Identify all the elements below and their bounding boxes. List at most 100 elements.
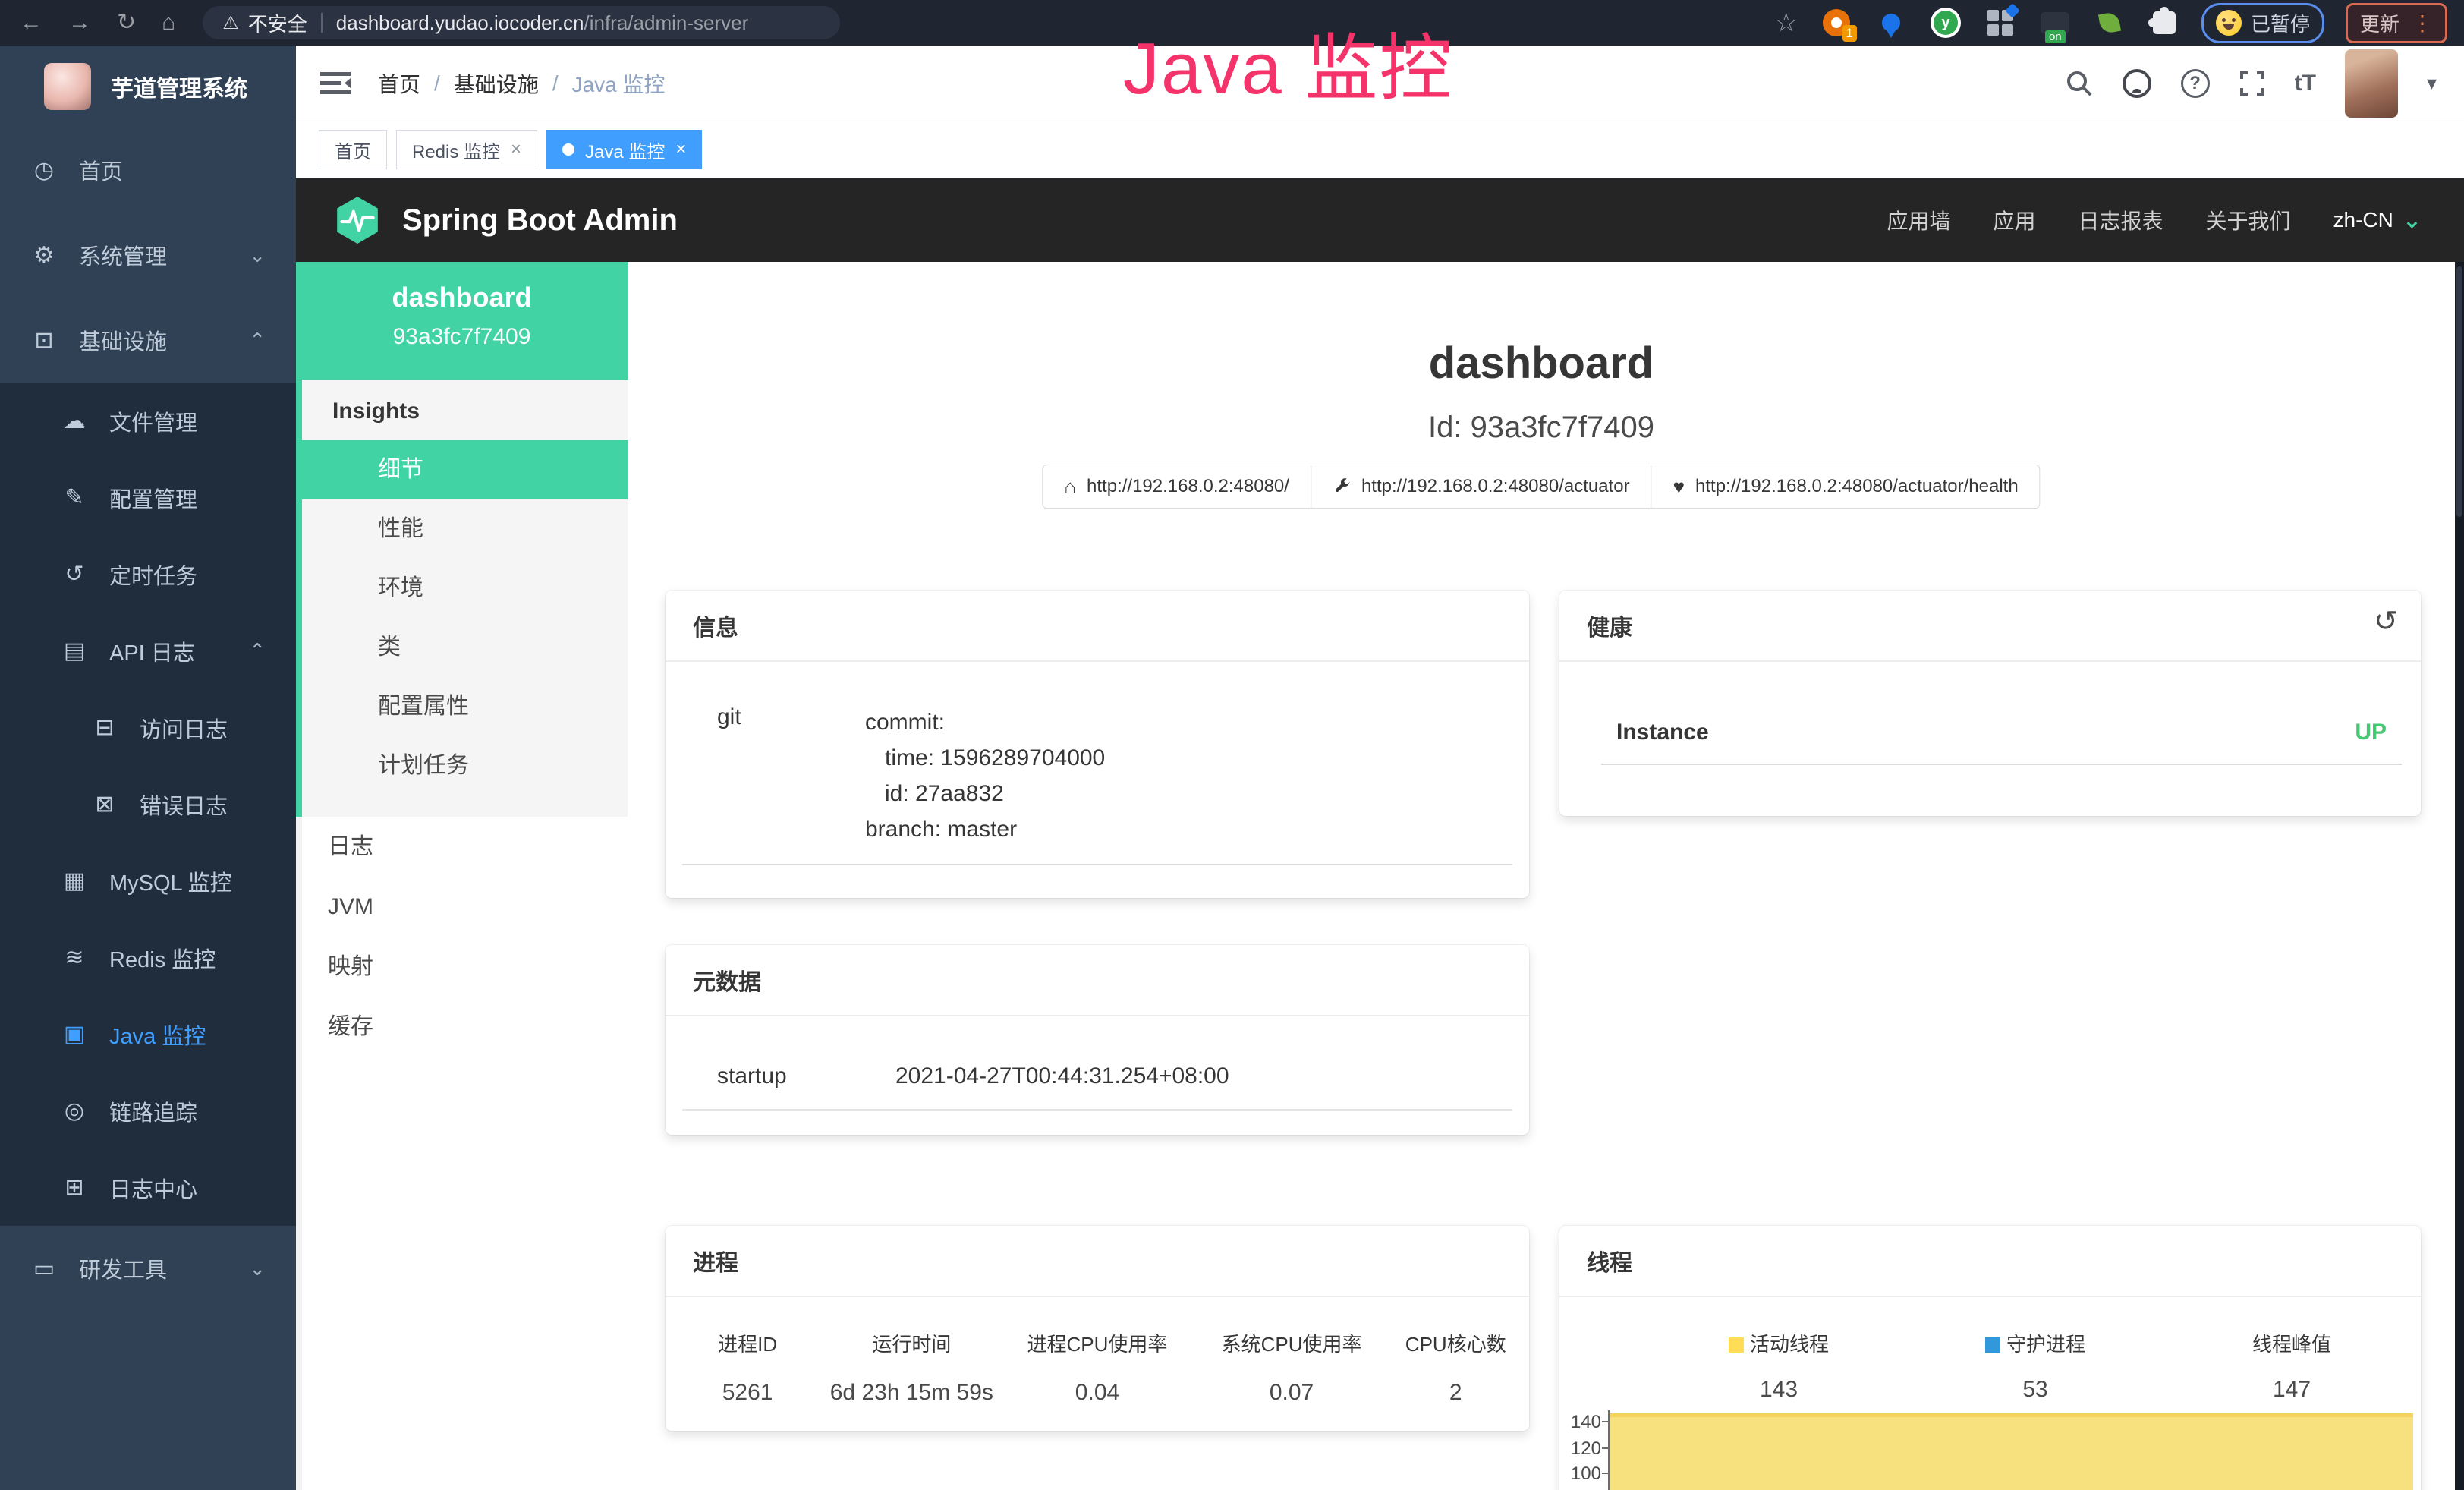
threads-card-title: 线程 <box>1559 1226 2421 1297</box>
service-url-button[interactable]: ⌂ http://192.168.0.2:48080/ <box>1042 465 1311 509</box>
profile-paused-chip[interactable]: 已暂停 <box>2201 3 2324 43</box>
extension-icon-3[interactable]: y <box>1930 7 1962 39</box>
update-label: 更新 <box>2360 9 2399 37</box>
app-sidebar: 芋道管理系统 ◷ 首页 ⚙ 系统管理 ⌄ ⊡ 基础设施 ⌃ ☁ 文件管理 ✎ 配… <box>0 46 296 1490</box>
history-icon[interactable]: ↺ <box>2374 604 2398 638</box>
sidebar-item-redis-monitor[interactable]: ≋ Redis 监控 <box>0 919 296 996</box>
sidebar-item-log-center[interactable]: ⊞ 日志中心 <box>0 1149 296 1226</box>
extension-icon-5[interactable]: on <box>2039 7 2071 39</box>
url-host: dashboard.yudao.iocoder.cn <box>336 11 584 35</box>
extension-icon-2[interactable] <box>1875 7 1907 39</box>
insight-item-scheduled-tasks[interactable]: 计划任务 <box>302 736 628 795</box>
extension-icon-6[interactable] <box>2094 7 2126 39</box>
live-threads-area <box>1610 1413 2413 1490</box>
main-column: 首页 / 基础设施 / Java 监控 ? tT ▾ 首 <box>296 46 2464 1490</box>
table-row: 5261 6d 23h 15m 59s 0.04 0.07 2 <box>666 1357 1529 1406</box>
insight-item-classes[interactable]: 类 <box>302 618 628 677</box>
emoji-avatar-icon <box>2216 10 2242 36</box>
sba-content: dashboard 93a3fc7f7409 Insights 细节 性能 环境… <box>296 262 2464 1490</box>
instance-details: dashboard Id: 93a3fc7f7409 ⌂ http://192.… <box>628 262 2455 1490</box>
annotation-java-monitor: Java 监控 <box>1123 9 1453 115</box>
legend-peak-threads: 线程峰值 <box>2163 1329 2420 1357</box>
tab-redis-monitor[interactable]: Redis 监控 × <box>396 130 537 169</box>
insight-item-metrics[interactable]: 性能 <box>302 499 628 559</box>
sidebar-item-access-logs[interactable]: ⊟ 访问日志 <box>0 689 296 766</box>
update-button[interactable]: 更新 ⋮ <box>2346 3 2447 43</box>
chevron-up-icon: ⌃ <box>249 639 266 663</box>
breadcrumb-home[interactable]: 首页 <box>378 68 420 99</box>
sba-nav-journal[interactable]: 日志报表 <box>2078 205 2163 235</box>
sidebar-item-tracing[interactable]: ◎ 链路追踪 <box>0 1073 296 1149</box>
wrench-icon <box>1333 477 1351 496</box>
app-logo-avatar <box>44 63 91 110</box>
health-instance-row[interactable]: Instance UP <box>1559 662 2421 745</box>
sidebar-item-dev-tools[interactable]: ▭ 研发工具 ⌄ <box>0 1226 296 1311</box>
nav-item-logs[interactable]: 日志 <box>302 817 628 877</box>
close-icon[interactable]: × <box>675 139 686 160</box>
scrollbar[interactable] <box>2455 262 2464 1490</box>
instance-name: dashboard <box>296 282 628 313</box>
forward-icon[interactable]: → <box>68 11 91 34</box>
user-menu-caret-icon[interactable]: ▾ <box>2427 71 2437 95</box>
info-key: git <box>717 704 865 847</box>
insight-item-environment[interactable]: 环境 <box>302 559 628 618</box>
sba-logo-icon[interactable] <box>332 195 382 245</box>
not-secure-label: 不安全 <box>248 9 307 37</box>
sidebar-item-mysql-monitor[interactable]: ▦ MySQL 监控 <box>0 843 296 919</box>
url-bar[interactable]: ⚠ 不安全 dashboard.yudao.iocoder.cn /infra/… <box>203 6 840 39</box>
log-error-icon: ⊠ <box>90 791 120 817</box>
instance-nav-lower: 日志 JVM 映射 缓存 <box>296 817 628 1490</box>
back-icon[interactable]: ← <box>20 11 42 34</box>
gear-icon: ⚙ <box>29 242 59 269</box>
sidebar-item-system-mgmt[interactable]: ⚙ 系统管理 ⌄ <box>0 213 296 298</box>
sidebar-item-api-logs[interactable]: ▤ API 日志 ⌃ <box>0 613 296 689</box>
tab-home[interactable]: 首页 <box>319 130 387 169</box>
close-icon[interactable]: × <box>511 139 521 160</box>
extension-icon-4[interactable] <box>1984 7 2016 39</box>
status-badge: UP <box>2355 720 2387 745</box>
insight-item-config-props[interactable]: 配置属性 <box>302 677 628 736</box>
breadcrumb-infrastructure[interactable]: 基础设施 <box>454 68 539 99</box>
info-git-row: git commit: time: 1596289704000 id: 27aa… <box>666 662 1529 847</box>
nav-item-caches[interactable]: 缓存 <box>302 997 628 1057</box>
sidebar-item-config-mgmt[interactable]: ✎ 配置管理 <box>0 459 296 536</box>
github-icon[interactable] <box>2122 68 2152 99</box>
y-axis-tick: 120 <box>1559 1438 1601 1460</box>
instance-title: dashboard <box>628 338 2455 389</box>
help-icon[interactable]: ? <box>2181 69 2210 98</box>
sidebar-item-error-logs[interactable]: ⊠ 错误日志 <box>0 766 296 843</box>
metadata-key: startup <box>717 1063 895 1089</box>
sba-title[interactable]: Spring Boot Admin <box>402 203 678 238</box>
collapse-sidebar-icon[interactable] <box>320 70 351 97</box>
locale-chevron-down-icon[interactable]: ⌄ <box>2403 207 2422 234</box>
blue-swatch-icon <box>1985 1337 2000 1353</box>
nav-item-mappings[interactable]: 映射 <box>302 937 628 997</box>
sba-locale-select[interactable]: zh-CN <box>2333 208 2393 232</box>
health-url-button[interactable]: ♥ http://192.168.0.2:48080/actuator/heal… <box>1651 465 2041 509</box>
search-icon[interactable] <box>2066 70 2093 97</box>
sidebar-item-home[interactable]: ◷ 首页 <box>0 128 296 213</box>
nav-item-jvm[interactable]: JVM <box>302 877 628 937</box>
insight-item-details[interactable]: 细节 <box>296 440 628 499</box>
bookmark-star-icon[interactable]: ☆ <box>1774 10 1797 36</box>
sidebar-item-scheduled-jobs[interactable]: ↺ 定时任务 <box>0 536 296 613</box>
extension-icon-1[interactable]: 1 <box>1820 7 1852 39</box>
sba-nav-applications[interactable]: 应用 <box>1993 205 2035 235</box>
sba-nav-about[interactable]: 关于我们 <box>2206 205 2291 235</box>
font-size-icon[interactable]: tT <box>2295 71 2316 96</box>
browser-menu-icon[interactable]: ⋮ <box>2412 11 2433 36</box>
user-avatar[interactable] <box>2345 49 2398 118</box>
browser-home-icon[interactable]: ⌂ <box>162 11 175 34</box>
reload-icon[interactable]: ↻ <box>117 11 136 34</box>
sidebar-item-file-mgmt[interactable]: ☁ 文件管理 <box>0 383 296 459</box>
sidebar-item-infrastructure[interactable]: ⊡ 基础设施 ⌃ <box>0 298 296 383</box>
sba-nav-wallboard[interactable]: 应用墙 <box>1887 205 1950 235</box>
app-logo[interactable]: 芋道管理系统 <box>0 46 296 128</box>
tab-java-monitor[interactable]: Java 监控 × <box>546 130 702 169</box>
fullscreen-icon[interactable] <box>2239 70 2266 97</box>
scrollbar-thumb[interactable] <box>2456 266 2462 517</box>
instance-header[interactable]: dashboard 93a3fc7f7409 <box>296 262 628 380</box>
extensions-puzzle-icon[interactable] <box>2148 7 2180 39</box>
sidebar-item-java-monitor[interactable]: ▣ Java 监控 <box>0 996 296 1073</box>
actuator-url-button[interactable]: http://192.168.0.2:48080/actuator <box>1311 465 1652 509</box>
